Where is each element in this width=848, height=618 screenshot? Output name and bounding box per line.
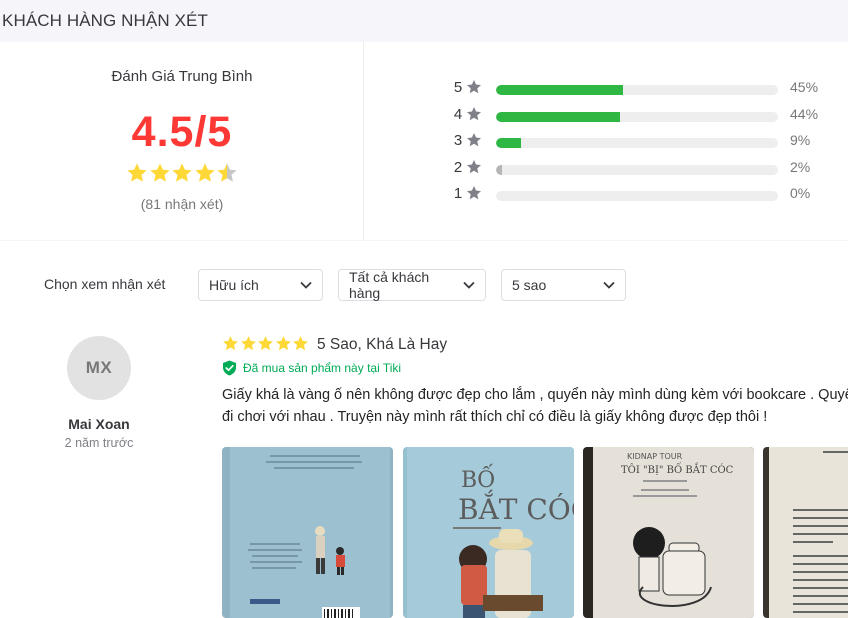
book-cover-text-bo: BỐ bbox=[461, 463, 495, 493]
review-photo-3[interactable]: KIDNAP TOUR TÔI "BỊ" BỐ BẮT CÓC bbox=[583, 447, 754, 618]
average-score: 4.5/5 bbox=[131, 108, 233, 156]
star-icon bbox=[466, 185, 482, 206]
rating-breakdown: 5 45% 4 44% 3 9% 2 2% 1 0% bbox=[452, 78, 848, 211]
avatar: MX bbox=[67, 336, 131, 400]
rating-bar-row: 3 9% bbox=[452, 131, 848, 158]
star-icon bbox=[216, 162, 238, 184]
star-icon bbox=[466, 159, 482, 180]
rating-bar-star-count: 4 bbox=[453, 105, 463, 123]
rating-bar-fill bbox=[496, 138, 522, 148]
star-icon bbox=[171, 162, 193, 184]
rating-bar-star-count: 1 bbox=[453, 185, 463, 202]
star-icon bbox=[194, 162, 216, 184]
star-filter-dropdown[interactable]: 5 sao bbox=[501, 269, 626, 301]
sort-dropdown[interactable]: Hữu ích bbox=[198, 269, 323, 301]
section-title: KHÁCH HÀNG NHẬN XÉT bbox=[2, 11, 208, 30]
rating-bar-fill bbox=[496, 85, 623, 95]
rating-bar-percent: 0% bbox=[790, 185, 811, 201]
rating-bar-track bbox=[496, 164, 778, 175]
reviewer-joined-time: 2 năm trước bbox=[64, 436, 134, 450]
average-rating-panel: Đánh Giá Trung Bình 4.5/5 (81 nhận xét) bbox=[0, 42, 364, 240]
rating-bar-track bbox=[496, 191, 778, 201]
rating-bar-fill bbox=[496, 164, 502, 175]
verified-purchase-text: Đã mua sản phẩm này tại Tiki bbox=[243, 361, 402, 375]
rating-bar-row: 1 0% bbox=[452, 184, 848, 211]
rating-bar-star-count: 5 bbox=[453, 79, 463, 96]
chevron-down-icon bbox=[300, 281, 312, 289]
rating-bar-track bbox=[496, 111, 778, 122]
book-cover-text-bat-coc: BẮT CÓC bbox=[458, 489, 574, 526]
average-stars bbox=[126, 162, 238, 184]
review-photo-4[interactable] bbox=[763, 447, 848, 618]
star-icon bbox=[240, 335, 257, 352]
filter-label: Chọn xem nhận xét bbox=[44, 276, 166, 292]
review-content-line: đi chơi với nhau . Truyện này mình rất t… bbox=[222, 409, 768, 425]
review-photo-1[interactable] bbox=[222, 447, 393, 618]
chevron-down-icon bbox=[463, 281, 475, 289]
review-content-line: Giấy khá là vàng ố nên không được đẹp ch… bbox=[222, 387, 848, 403]
star-icon bbox=[466, 132, 482, 153]
star-icon bbox=[257, 335, 274, 352]
customer-dropdown[interactable]: Tất cả khách hàng bbox=[338, 269, 486, 301]
rating-bar-percent: 44% bbox=[790, 105, 819, 122]
star-icon bbox=[292, 335, 309, 352]
star-icon bbox=[466, 106, 482, 127]
rating-bar-row: 4 44% bbox=[452, 105, 848, 132]
rating-summary: Đánh Giá Trung Bình 4.5/5 (81 nhận xét) … bbox=[0, 42, 848, 240]
customer-dropdown-value: Tất cả khách hàng bbox=[349, 269, 430, 301]
star-icon bbox=[466, 79, 482, 100]
sort-dropdown-value: Hữu ích bbox=[209, 277, 259, 293]
review-stars bbox=[222, 335, 309, 352]
rating-bar-percent: 45% bbox=[790, 79, 819, 95]
chevron-down-icon bbox=[603, 281, 615, 289]
review-content: Giấy khá là vàng ố nên không được đẹp ch… bbox=[222, 384, 848, 428]
rating-bar-track bbox=[496, 138, 778, 148]
reviews-section: Chọn xem nhận xét Hữu ích Tất cả khách h… bbox=[0, 241, 848, 618]
rating-bar-fill bbox=[496, 111, 621, 122]
reviewer-name: Mai Xoan bbox=[68, 416, 130, 432]
book-page-title: TÔI "BỊ" BỐ BẮT CÓC bbox=[621, 463, 734, 476]
rating-bar-row: 5 45% bbox=[452, 78, 848, 105]
verified-purchase: Đã mua sản phẩm này tại Tiki bbox=[222, 360, 401, 376]
average-rating-label: Đánh Giá Trung Bình bbox=[111, 68, 253, 85]
rating-bar-track bbox=[496, 85, 778, 95]
star-icon bbox=[126, 162, 148, 184]
rating-bar-star-count: 2 bbox=[453, 158, 463, 176]
book-page-text: KIDNAP TOUR bbox=[627, 452, 683, 461]
shield-check-icon bbox=[223, 360, 236, 376]
rating-bar-star-count: 3 bbox=[453, 132, 463, 149]
rating-bar-row: 2 2% bbox=[452, 158, 848, 185]
rating-bar-percent: 9% bbox=[790, 132, 811, 148]
star-icon bbox=[222, 335, 239, 352]
star-icon bbox=[275, 335, 292, 352]
rating-bar-percent: 2% bbox=[790, 158, 811, 175]
review-count: (81 nhận xét) bbox=[140, 196, 224, 212]
star-icon bbox=[149, 162, 171, 184]
review-title: 5 Sao, Khá Là Hay bbox=[317, 336, 448, 353]
review-photo-2[interactable]: BỐ BẮT CÓC bbox=[403, 447, 574, 618]
star-filter-dropdown-value: 5 sao bbox=[512, 277, 547, 293]
